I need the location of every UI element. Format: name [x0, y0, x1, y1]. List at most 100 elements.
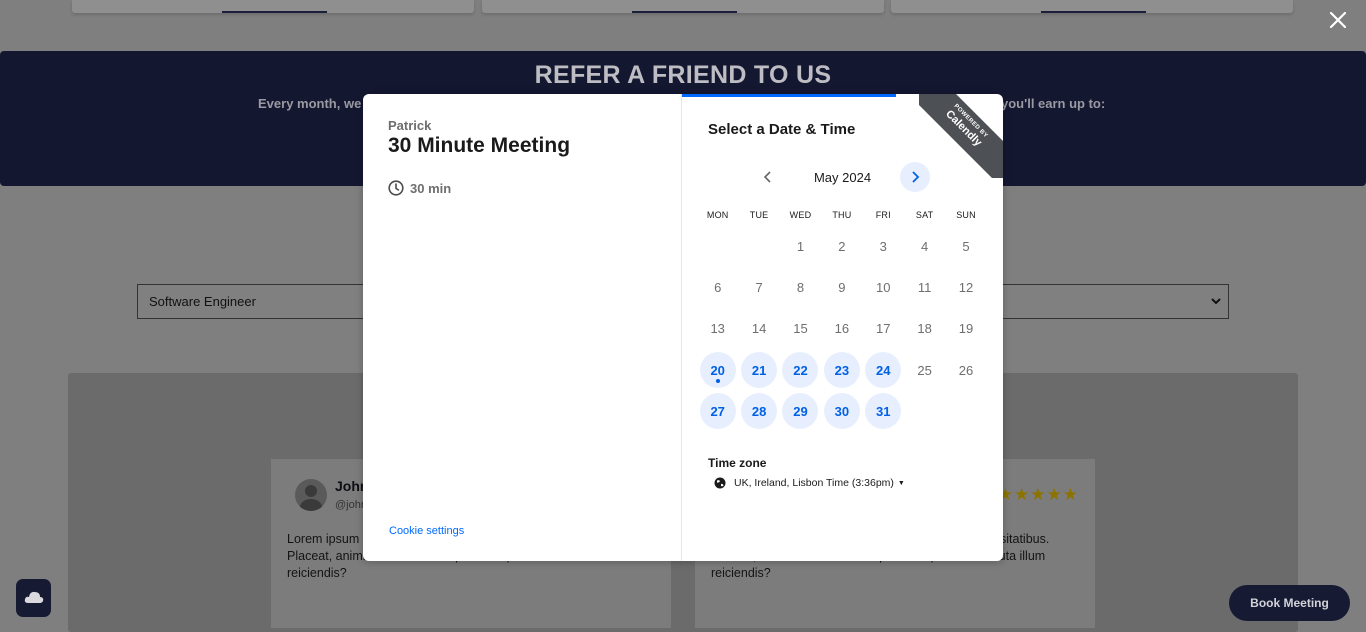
refer-title: REFER A FRIEND TO US	[534, 61, 832, 89]
unavailable-day: 2	[838, 239, 846, 255]
unavailable-day: 8	[796, 280, 805, 296]
date-picker-pane: Select a Date & Time POWERED BY Calendly…	[682, 94, 1003, 561]
unavailable-day: 6	[714, 280, 722, 296]
unavailable-day: 25	[917, 362, 932, 378]
duration-label: 30 min	[410, 180, 452, 196]
calendar-cell: 10	[863, 267, 904, 308]
calendar-cell: 19	[945, 308, 986, 349]
top-card	[891, 0, 1293, 13]
calendar-cell: 25	[904, 350, 945, 391]
unavailable-day: 13	[710, 321, 725, 337]
unavailable-day: 11	[917, 280, 932, 296]
weekday-header: MON TUE WED THU FRI SAT SUN	[697, 210, 987, 220]
available-day-button[interactable]: 22	[782, 352, 819, 389]
weekday-label: FRI	[875, 210, 891, 220]
calendar-cell: 2	[821, 226, 862, 267]
available-day-button[interactable]: 24	[865, 352, 902, 389]
unavailable-day: 12	[958, 280, 974, 296]
weekday-label: THU	[832, 210, 852, 220]
cookie-settings-link[interactable]: Cookie settings	[389, 525, 464, 537]
chevron-down-icon	[1211, 298, 1221, 305]
timezone-title: Time zone	[708, 456, 767, 470]
calendar-cell: 31	[863, 391, 904, 432]
unavailable-day: 7	[755, 280, 763, 296]
calendar-cell: 4	[904, 226, 945, 267]
calendar-cell: 29	[780, 391, 821, 432]
unavailable-day: 4	[921, 239, 929, 255]
calendar-grid: 1 2 3 4 5 6 7 8 9 10 11 12 13 14 15 16 17 18 19 20 21 22 23 24 2…	[697, 226, 987, 432]
calendar-cell: 3	[863, 226, 904, 267]
available-day-button[interactable]: 20	[699, 352, 736, 389]
close-icon[interactable]	[1327, 9, 1349, 31]
available-day-button[interactable]: 28	[741, 393, 778, 430]
calendar-cell: 13	[697, 308, 738, 349]
calendar-cell: 15	[780, 308, 821, 349]
event-title: 30 Minute Meeting	[388, 134, 571, 157]
calendar-cell: 21	[738, 350, 779, 391]
calendar-cell: 9	[821, 267, 862, 308]
unavailable-day: 16	[834, 321, 850, 337]
available-day-button[interactable]: 21	[741, 352, 778, 389]
unavailable-day: 5	[962, 239, 970, 255]
calendar-blank-cell	[697, 226, 738, 267]
month-navigation: May 2024	[682, 162, 1003, 192]
calendar-cell: 1	[780, 226, 821, 267]
avatar	[295, 479, 327, 511]
calendar-cell: 23	[821, 350, 862, 391]
scroll-top-button[interactable]	[16, 579, 51, 617]
available-day-button[interactable]: 31	[865, 393, 902, 430]
top-card-bar	[632, 11, 737, 13]
duration-row: 30 min	[388, 180, 451, 196]
book-meeting-button[interactable]: Book Meeting	[1229, 585, 1350, 621]
calendar-cell: 5	[945, 226, 986, 267]
calendar-cell: 7	[738, 267, 779, 308]
unavailable-day: 18	[917, 321, 932, 337]
calendar-cell: 22	[780, 350, 821, 391]
job-select-value: Software Engineer	[149, 294, 256, 309]
next-month-button[interactable]	[900, 162, 930, 192]
month-label: May 2024	[813, 170, 872, 185]
chevron-right-icon	[912, 171, 920, 183]
refer-subtitle: Every month, we	[258, 96, 362, 111]
rating-stars: ★★★★★	[997, 485, 1079, 504]
unavailable-day: 14	[751, 321, 767, 337]
calendar-cell: 17	[863, 308, 904, 349]
calendar-cell: 30	[821, 391, 862, 432]
caret-down-icon: ▼	[897, 479, 905, 487]
top-card-bar	[1041, 11, 1146, 13]
unavailable-day: 1	[796, 239, 805, 255]
unavailable-day: 15	[793, 321, 808, 337]
calendar-blank-cell	[738, 226, 779, 267]
top-card	[72, 0, 474, 13]
weekday-label: TUE	[749, 210, 769, 220]
available-day-button[interactable]: 27	[699, 393, 736, 430]
weekday-label: SUN	[956, 210, 976, 220]
refer-subtitle: you'll earn up to:	[1001, 96, 1106, 111]
timezone-select[interactable]: UK, Ireland, Lisbon Time (3:36pm) ▼	[714, 477, 905, 489]
calendar-cell: 14	[738, 308, 779, 349]
unavailable-day: 9	[838, 280, 846, 296]
unavailable-day: 19	[958, 321, 974, 337]
progress-bar	[682, 94, 896, 97]
event-details-pane: Patrick 30 Minute Meeting 30 min Cookie …	[363, 94, 682, 561]
weekday-label: SAT	[915, 210, 934, 220]
top-card	[482, 0, 884, 13]
unavailable-day: 10	[876, 280, 891, 296]
globe-icon	[714, 477, 726, 489]
calendar-cell: 6	[697, 267, 738, 308]
available-day-button[interactable]: 23	[823, 352, 860, 389]
available-day-button[interactable]: 29	[782, 393, 819, 430]
weekday-label: WED	[789, 210, 812, 220]
clock-icon	[388, 180, 404, 196]
calendar-cell: 20	[697, 350, 738, 391]
calendar-cell: 27	[697, 391, 738, 432]
organizer-name: Patrick	[388, 118, 432, 133]
weekday-label: MON	[706, 210, 729, 220]
calendar-cell: 16	[821, 308, 862, 349]
available-day-button[interactable]: 30	[823, 393, 860, 430]
scheduling-modal: Patrick 30 Minute Meeting 30 min Cookie …	[363, 94, 1003, 561]
calendar-cell: 18	[904, 308, 945, 349]
unavailable-day: 17	[876, 321, 891, 337]
calendar-cell: 26	[945, 350, 986, 391]
unavailable-day: 26	[958, 362, 974, 378]
